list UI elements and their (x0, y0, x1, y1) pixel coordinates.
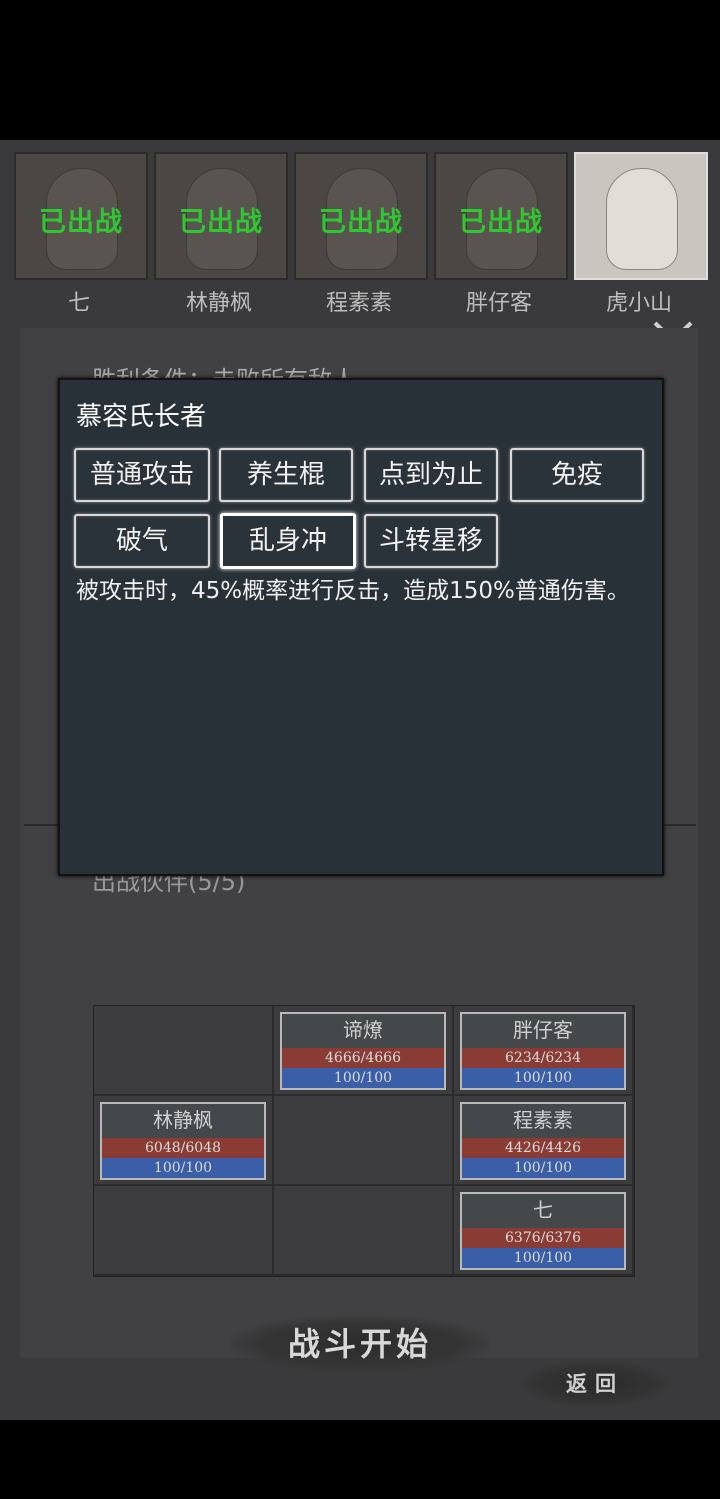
deployed-badge: 已出战 (319, 207, 403, 238)
skill-button[interactable]: 斗转星移 (364, 514, 498, 568)
deployed-badge: 已出战 (39, 207, 123, 238)
skill-button[interactable]: 破气 (74, 514, 210, 568)
hp-bar: 6376/6376 (462, 1228, 624, 1248)
game-screen: 已出战 已出战 已出战 已出战 七 林静枫 程素素 胖仔客 虎小山 胜利条件：击… (0, 140, 720, 1420)
skill-button[interactable]: 普通攻击 (74, 448, 210, 502)
unit-card[interactable]: 程素素 4426/4426 100/100 (460, 1102, 626, 1180)
unit-card[interactable]: 七 6376/6376 100/100 (460, 1192, 626, 1270)
character-name: 虎小山 (605, 291, 672, 316)
skill-button[interactable]: 点到为止 (364, 448, 498, 502)
formation-slot[interactable]: 程素素 4426/4426 100/100 (454, 1096, 632, 1184)
formation-slot[interactable]: 谛燎 4666/4666 100/100 (274, 1006, 452, 1094)
formation-slot[interactable]: 七 6376/6376 100/100 (454, 1186, 632, 1274)
hp-bar: 6048/6048 (102, 1138, 264, 1158)
formation-slot[interactable]: 林静枫 6048/6048 100/100 (94, 1096, 272, 1184)
unit-name: 林静枫 (153, 1108, 213, 1132)
character-name: 七 (67, 291, 90, 316)
hp-bar: 6234/6234 (462, 1048, 624, 1068)
mp-bar: 100/100 (282, 1068, 444, 1088)
back-button[interactable]: 返回 (520, 1362, 670, 1406)
deployed-badge: 已出战 (179, 207, 263, 238)
formation-slot[interactable] (274, 1186, 452, 1274)
unit-card[interactable]: 胖仔客 6234/6234 100/100 (460, 1012, 626, 1090)
unit-card[interactable]: 林静枫 6048/6048 100/100 (100, 1102, 266, 1180)
character-name: 林静枫 (185, 291, 252, 316)
unit-name: 谛燎 (343, 1018, 383, 1042)
formation-slot[interactable] (94, 1006, 272, 1094)
unit-name: 七 (533, 1198, 553, 1222)
character-name: 胖仔客 (465, 291, 532, 316)
hp-bar: 4666/4666 (282, 1048, 444, 1068)
formation-slot[interactable]: 胖仔客 6234/6234 100/100 (454, 1006, 632, 1094)
formation-slot[interactable] (274, 1096, 452, 1184)
skill-button[interactable]: 养生棍 (219, 448, 353, 502)
portrait-card[interactable]: 已出战 (294, 152, 428, 280)
dialog-title: 慕容氏长者 (76, 402, 207, 432)
mp-bar: 100/100 (462, 1068, 624, 1088)
formation-grid: 谛燎 4666/4666 100/100 胖仔客 6234/6234 100/1… (93, 1005, 635, 1277)
portrait-card[interactable]: 已出战 (14, 152, 148, 280)
portrait-card-selected[interactable] (574, 152, 708, 280)
skill-button[interactable]: 免疫 (510, 448, 644, 502)
skill-info-dialog: 慕容氏长者 普通攻击 养生棍 点到为止 免疫 破气 乱身冲 斗转星移 被攻击时，… (58, 378, 664, 876)
unit-card[interactable]: 谛燎 4666/4666 100/100 (280, 1012, 446, 1090)
mp-bar: 100/100 (102, 1158, 264, 1178)
deployed-badge: 已出战 (459, 207, 543, 238)
portrait-card[interactable]: 已出战 (154, 152, 288, 280)
portrait-card[interactable]: 已出战 (434, 152, 568, 280)
skill-description: 被攻击时，45%概率进行反击，造成150%普通伤害。 (76, 578, 630, 604)
mp-bar: 100/100 (462, 1158, 624, 1178)
unit-name: 程素素 (513, 1108, 573, 1132)
skill-button-selected[interactable]: 乱身冲 (220, 513, 356, 569)
hp-bar: 4426/4426 (462, 1138, 624, 1158)
mp-bar: 100/100 (462, 1248, 624, 1268)
character-portrait (606, 168, 678, 270)
formation-slot[interactable] (94, 1186, 272, 1274)
start-battle-button[interactable]: 战斗开始 (230, 1316, 490, 1372)
character-name: 程素素 (325, 291, 392, 316)
unit-name: 胖仔客 (513, 1018, 573, 1042)
